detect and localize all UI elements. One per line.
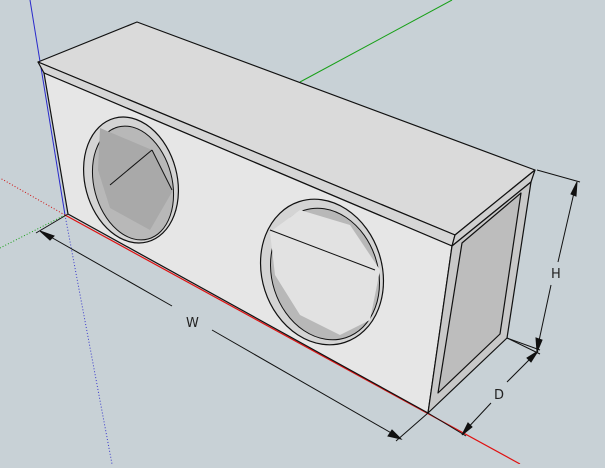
3d-viewport[interactable]: W H D [0,0,605,465]
height-label: H [551,267,561,282]
depth-label: D [494,388,504,403]
green-axis [299,0,453,83]
blue-axis-dotted [64,214,113,465]
green-axis-dotted [0,214,66,249]
model-canvas[interactable]: W H D [0,0,605,465]
width-label: W [186,316,199,331]
red-axis-dotted [0,177,66,216]
